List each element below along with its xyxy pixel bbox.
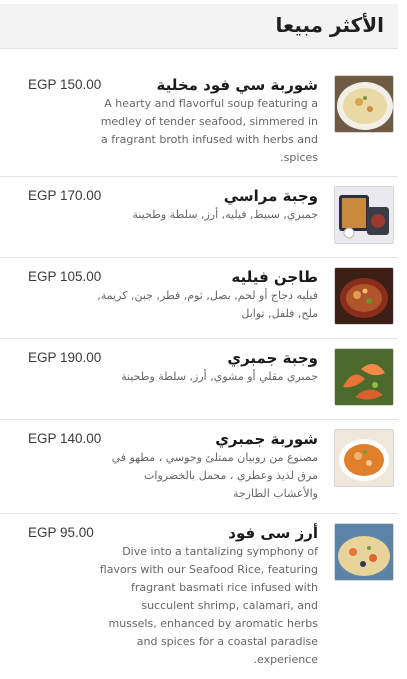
menu-item[interactable]: وجبة جمبري EGP 190.00 جمبري مقلي أو مشوي… (0, 339, 398, 420)
section-header: الأكثر مبيعا (0, 4, 398, 49)
menu-item[interactable]: وجبة مراسي EGP 170.00 جمبري, سبيط, فيليه… (0, 177, 398, 258)
item-price: EGP 150.00 (28, 77, 102, 92)
item-price: EGP 105.00 (28, 269, 102, 284)
item-name: أرز سى فود (228, 524, 318, 542)
item-description: جمبري مقلي أو مشوي, أرز, سلطة وطحينة (121, 370, 318, 383)
shrimp-soup-image (334, 429, 394, 487)
item-description: A hearty and flavorful soup featuring a … (100, 97, 318, 164)
menu-item[interactable]: طاجن فيليه EGP 105.00 فيليه دجاج أو لحم,… (0, 258, 398, 339)
menu-item[interactable]: شوربة جمبري EGP 140.00 مصنوع من روبيان م… (0, 420, 398, 514)
item-name: وجبة مراسي (223, 187, 318, 205)
seafood-rice-image (334, 523, 394, 581)
item-name: شوربة جمبري (215, 430, 318, 448)
item-name: وجبة جمبري (227, 349, 318, 367)
item-price: EGP 140.00 (28, 431, 102, 446)
item-price: EGP 190.00 (28, 350, 102, 365)
item-price: EGP 170.00 (28, 188, 102, 203)
seafood-soup-image (334, 75, 394, 133)
item-description: جمبري, سبيط, فيليه, أرز, سلطة وطحينة (132, 208, 318, 221)
menu-item[interactable]: أرز سى فود EGP 95.00 Dive into a tantali… (0, 514, 398, 668)
item-description: Dive into a tantalizing symphony of flav… (99, 545, 318, 666)
shrimp-image (334, 348, 394, 406)
section-title: الأكثر مبيعا (275, 13, 384, 37)
item-name: شوربة سي فود مخلية (156, 76, 318, 94)
menu-item[interactable]: شوربة سي فود مخلية EGP 150.00 A hearty a… (0, 56, 398, 177)
item-price: EGP 95.00 (28, 525, 94, 540)
item-description: مصنوع من روبيان ممتلئ وجوسي ، مطهو في مر… (111, 451, 318, 500)
tajine-image (334, 267, 394, 325)
seafood-meal-image (334, 186, 394, 244)
item-description: فيليه دجاج أو لحم, بصل, ثوم, فطر, جبن, ك… (97, 289, 318, 320)
item-name: طاجن فيليه (231, 268, 318, 286)
